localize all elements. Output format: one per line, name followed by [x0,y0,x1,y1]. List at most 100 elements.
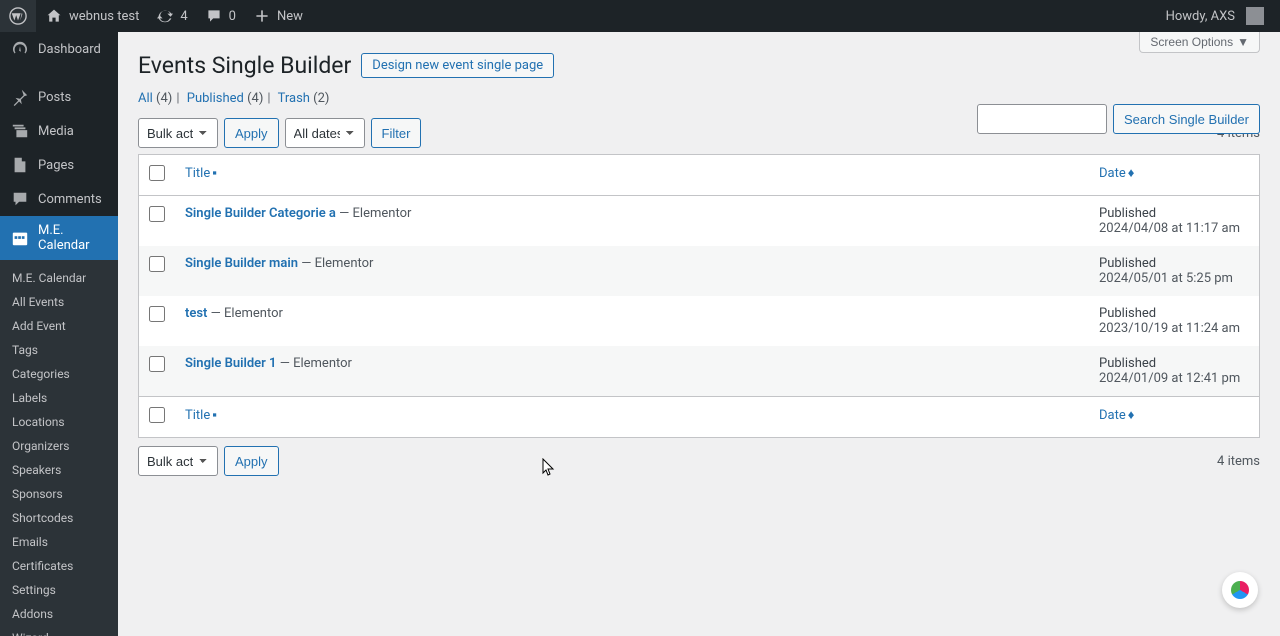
submenu-item[interactable]: Addons [0,602,118,626]
select-all-header [139,155,175,196]
pin-icon [10,87,30,107]
color-wheel-icon [1231,581,1249,599]
submenu-item[interactable]: Sponsors [0,482,118,506]
submenu-item[interactable]: Categories [0,362,118,386]
submenu-item[interactable]: All Events [0,290,118,314]
submenu-item[interactable]: Tags [0,338,118,362]
row-date: 2024/01/09 at 12:41 pm [1099,371,1240,386]
site-name: webnus test [69,9,139,24]
submenu-item[interactable]: Shortcodes [0,506,118,530]
comments-link[interactable]: 0 [196,0,244,32]
filter-all[interactable]: All [138,91,153,106]
row-checkbox[interactable] [149,306,165,322]
select-all-checkbox[interactable] [149,165,165,181]
row-checkbox[interactable] [149,206,165,222]
menu-media[interactable]: Media [0,114,118,148]
calendar-icon [10,228,30,248]
media-icon [10,121,30,141]
col-date-header[interactable]: Date ♦ [1089,155,1259,196]
main-content: Screen Options ▼ Events Single Builder D… [118,32,1280,636]
filter-button[interactable]: Filter [371,118,422,148]
bulk-actions-select-bottom[interactable]: Bulk actions [138,446,218,476]
row-title-link[interactable]: test [185,306,207,321]
submenu-item[interactable]: Add Event [0,314,118,338]
bulk-actions-select[interactable]: Bulk actions [138,118,218,148]
submenu-item[interactable]: Certificates [0,554,118,578]
row-title-link[interactable]: Single Builder Categorie a [185,206,336,221]
account-link[interactable]: Howdy, AXS [1158,0,1272,32]
row-checkbox[interactable] [149,256,165,272]
menu-posts[interactable]: Posts [0,80,118,114]
filter-published-count: (4) [247,91,263,106]
submenu-item[interactable]: M.E. Calendar [0,266,118,290]
submenu-item[interactable]: Wizard [0,626,118,636]
apply-button[interactable]: Apply [224,118,279,148]
row-date: 2024/05/01 at 5:25 pm [1099,271,1233,286]
submenu-mec: M.E. Calendar All Events Add Event Tags … [0,260,118,636]
sort-icon: ▪ [212,407,217,423]
apply-button-bottom[interactable]: Apply [224,446,279,476]
admin-sidebar: Dashboard Posts Media Pages Comments M.E… [0,32,118,636]
row-title-link[interactable]: Single Builder 1 [185,356,276,371]
row-title-cell: Single Builder 1 — Elementor [175,346,1089,396]
update-icon [155,6,175,26]
new-content-link[interactable]: New [244,0,311,32]
row-date-cell: Published2024/04/08 at 11:17 am [1089,196,1259,246]
caret-down-icon: ▼ [1237,35,1249,49]
menu-mec-calendar[interactable]: M.E. Calendar [0,216,118,260]
select-all-checkbox[interactable] [149,407,165,423]
menu-label: Media [38,124,74,139]
add-new-button[interactable]: Design new event single page [361,53,554,78]
submenu-item[interactable]: Emails [0,530,118,554]
submenu-item[interactable]: Locations [0,410,118,434]
row-status: Published [1099,206,1156,221]
menu-label: Dashboard [38,42,101,57]
tablenav-bottom: Bulk actions Apply 4 items [138,446,1260,476]
search-button[interactable]: Search Single Builder [1113,104,1260,134]
menu-label: M.E. Calendar [38,223,108,253]
row-title-link[interactable]: Single Builder main [185,256,298,271]
filter-all-count: (4) [156,91,172,106]
submenu-item[interactable]: Labels [0,386,118,410]
row-status: Published [1099,306,1156,321]
select-all-footer [139,396,175,437]
site-link[interactable]: webnus test [36,0,147,32]
row-suffix: — Elementor [276,356,351,371]
help-float-button[interactable] [1222,572,1258,608]
row-check-cell [139,196,175,246]
search-input[interactable] [977,104,1107,134]
menu-dashboard[interactable]: Dashboard [0,32,118,66]
updates-link[interactable]: 4 [147,0,195,32]
col-title-footer[interactable]: Title ▪ [175,396,1089,437]
filter-trash[interactable]: Trash [278,91,310,106]
row-date-cell: Published2024/05/01 at 5:25 pm [1089,246,1259,296]
menu-label: Posts [38,90,71,105]
comments-count: 0 [229,9,236,24]
submenu-item[interactable]: Organizers [0,434,118,458]
filter-published[interactable]: Published [187,91,244,106]
page-heading: Events Single Builder Design new event s… [138,52,1260,79]
date-filter-select[interactable]: All dates [285,118,365,148]
table-row: Single Builder 1 — Elementor Published202… [139,346,1259,396]
row-check-cell [139,346,175,396]
submenu-item[interactable]: Speakers [0,458,118,482]
submenu-item[interactable]: Settings [0,578,118,602]
plus-icon [252,6,272,26]
col-date-footer[interactable]: Date ♦ [1089,396,1259,437]
col-title-header[interactable]: Title ▪ [175,155,1089,196]
table-row: Single Builder main — ElementorPublished… [139,246,1259,296]
row-date-cell: Published2023/10/19 at 11:24 am [1089,296,1259,346]
menu-comments[interactable]: Comments [0,182,118,216]
home-icon [44,6,64,26]
screen-options-label: Screen Options [1150,35,1233,49]
posts-table: Title ▪ Date ♦ Single Builder Categorie … [138,154,1260,438]
menu-pages[interactable]: Pages [0,148,118,182]
screen-options-button[interactable]: Screen Options ▼ [1139,32,1260,53]
howdy-text: Howdy, AXS [1166,9,1235,24]
comments-icon [10,189,30,209]
sort-icon: ♦ [1128,407,1135,423]
wp-logo[interactable] [0,0,36,32]
row-checkbox[interactable] [149,356,165,372]
search-box: Search Single Builder [977,104,1260,134]
row-status: Published [1099,356,1156,371]
